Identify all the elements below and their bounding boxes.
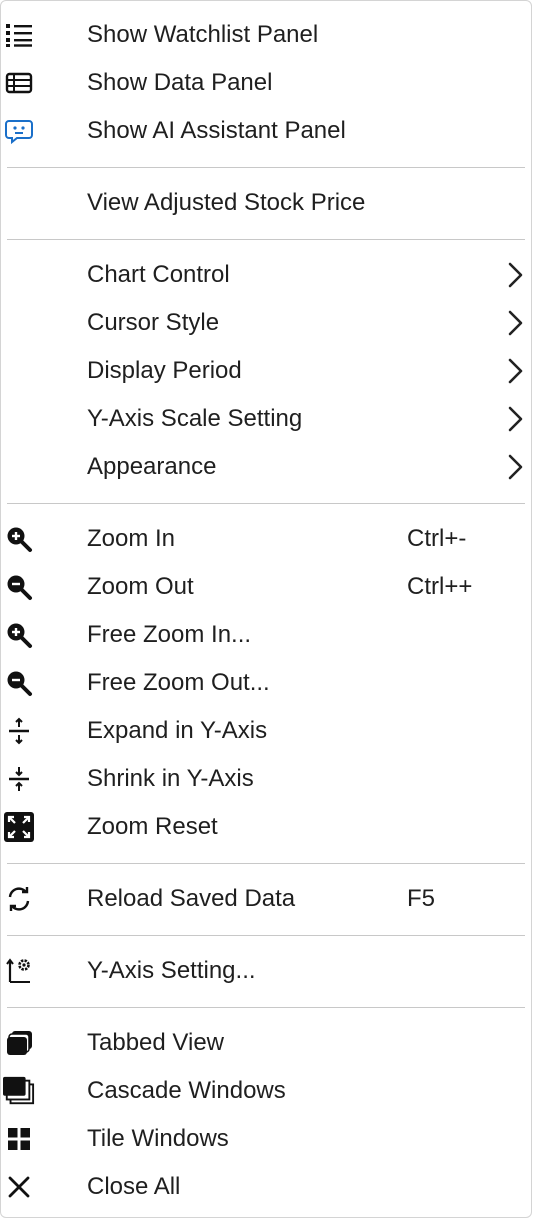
menu-item-zoom-reset[interactable]: Zoom Reset: [1, 803, 531, 851]
menu-item-label: Y-Axis Scale Setting: [87, 405, 303, 432]
expand-y-icon: [3, 715, 35, 747]
menu-item-y-axis-setting[interactable]: Y-Axis Setting...: [1, 947, 531, 995]
menu-item-label: Tabbed View: [87, 1029, 224, 1056]
menu-item-chart-control[interactable]: Chart Control: [1, 251, 531, 299]
menu-item-free-zoom-in[interactable]: Free Zoom In...: [1, 611, 531, 659]
menu-item-show-ai-assistant-panel[interactable]: Show AI Assistant Panel: [1, 107, 531, 155]
menu-item-tile-windows[interactable]: Tile Windows: [1, 1115, 531, 1163]
ai-assistant-icon: [3, 115, 35, 147]
menu-item-close-all[interactable]: Close All: [1, 1163, 531, 1211]
menu-item-label: Cursor Style: [87, 309, 220, 336]
context-menu: Show Watchlist Panel Show Data Panel Sho…: [0, 0, 532, 1218]
chevron-right-icon: [505, 356, 525, 386]
shrink-y-icon: [3, 763, 35, 795]
menu-item-label: Free Zoom In...: [87, 621, 252, 648]
zoom-out-icon: [3, 571, 35, 603]
chevron-right-icon: [505, 308, 525, 338]
shortcut-label: F5: [407, 885, 436, 912]
menu-item-label: Zoom Reset: [87, 813, 218, 840]
menu-item-label: Expand in Y-Axis: [87, 717, 268, 744]
menu-separator: [1, 491, 531, 515]
menu-item-free-zoom-out[interactable]: Free Zoom Out...: [1, 659, 531, 707]
list-bullets-icon: [3, 19, 35, 51]
shortcut-label: Ctrl+-: [407, 525, 467, 552]
menu-item-zoom-out[interactable]: Zoom Out Ctrl++: [1, 563, 531, 611]
menu-item-expand-in-y-axis[interactable]: Expand in Y-Axis: [1, 707, 531, 755]
menu-item-y-axis-scale-setting[interactable]: Y-Axis Scale Setting: [1, 395, 531, 443]
menu-separator: [1, 851, 531, 875]
menu-item-view-adjusted-stock-price[interactable]: View Adjusted Stock Price: [1, 179, 531, 227]
menu-item-label: Show AI Assistant Panel: [87, 117, 346, 144]
zoom-in-icon: [3, 523, 35, 555]
menu-item-label: Show Watchlist Panel: [87, 21, 319, 48]
menu-separator: [1, 995, 531, 1019]
zoom-reset-icon: [3, 811, 35, 843]
menu-item-label: Free Zoom Out...: [87, 669, 270, 696]
table-icon: [3, 67, 35, 99]
cascade-windows-icon: [3, 1075, 35, 1107]
menu-item-appearance[interactable]: Appearance: [1, 443, 531, 491]
menu-item-label: Y-Axis Setting...: [87, 957, 256, 984]
tile-windows-icon: [3, 1123, 35, 1155]
menu-item-label: Shrink in Y-Axis: [87, 765, 254, 792]
menu-item-label: Cascade Windows: [87, 1077, 286, 1104]
menu-item-label: Close All: [87, 1173, 181, 1200]
menu-item-cursor-style[interactable]: Cursor Style: [1, 299, 531, 347]
menu-item-label: Reload Saved Data: [87, 885, 296, 912]
menu-item-label: Tile Windows: [87, 1125, 229, 1152]
y-axis-setting-icon: [3, 955, 35, 987]
menu-item-cascade-windows[interactable]: Cascade Windows: [1, 1067, 531, 1115]
menu-separator: [1, 923, 531, 947]
shortcut-label: Ctrl++: [407, 573, 473, 600]
tabbed-view-icon: [3, 1027, 35, 1059]
menu-item-shrink-in-y-axis[interactable]: Shrink in Y-Axis: [1, 755, 531, 803]
menu-item-label: Chart Control: [87, 261, 230, 288]
chevron-right-icon: [505, 260, 525, 290]
menu-separator: [1, 155, 531, 179]
menu-item-label: View Adjusted Stock Price: [87, 189, 366, 216]
menu-item-label: Display Period: [87, 357, 242, 384]
menu-item-reload-saved-data[interactable]: Reload Saved Data F5: [1, 875, 531, 923]
free-zoom-out-icon: [3, 667, 35, 699]
chevron-right-icon: [505, 404, 525, 434]
menu-item-show-watchlist-panel[interactable]: Show Watchlist Panel: [1, 11, 531, 59]
reload-icon: [3, 883, 35, 915]
chevron-right-icon: [505, 452, 525, 482]
menu-item-display-period[interactable]: Display Period: [1, 347, 531, 395]
close-icon: [3, 1171, 35, 1203]
menu-item-label: Appearance: [87, 453, 217, 480]
menu-separator: [1, 227, 531, 251]
menu-item-label: Zoom Out: [87, 573, 194, 600]
free-zoom-in-icon: [3, 619, 35, 651]
menu-item-label: Zoom In: [87, 525, 176, 552]
menu-item-show-data-panel[interactable]: Show Data Panel: [1, 59, 531, 107]
menu-item-zoom-in[interactable]: Zoom In Ctrl+-: [1, 515, 531, 563]
menu-item-tabbed-view[interactable]: Tabbed View: [1, 1019, 531, 1067]
menu-item-label: Show Data Panel: [87, 69, 273, 96]
